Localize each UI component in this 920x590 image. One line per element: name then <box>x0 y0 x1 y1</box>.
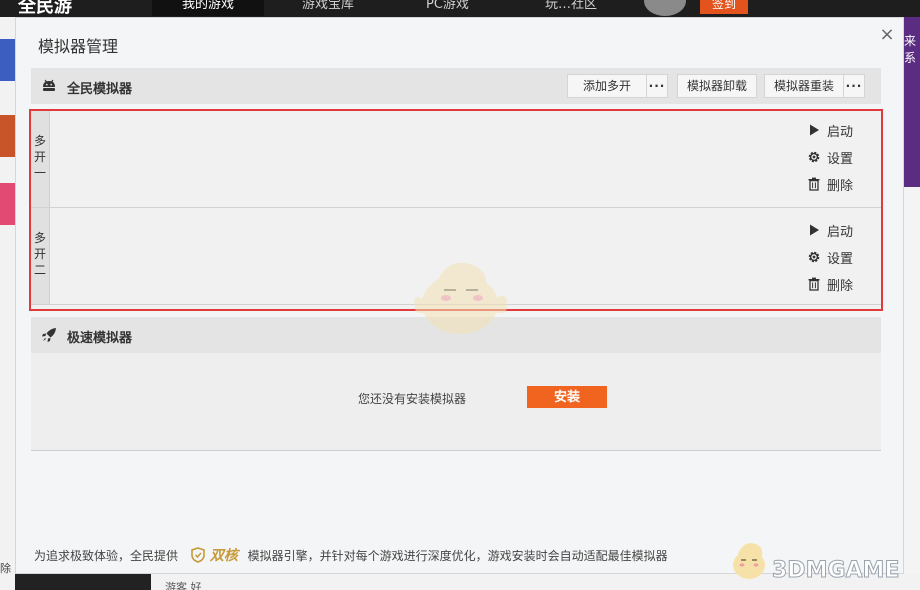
quanmin-emulator-header: 全民模拟器 添加多开 ··· 模拟器卸载 模拟器重装 ··· <box>31 68 881 104</box>
footer-text-after: 模拟器引擎，并针对每个游戏进行深度优化，游戏安装时会自动适配最佳模拟器 <box>247 549 668 563</box>
speed-emulator-body: 您还没有安装模拟器 安装 <box>31 353 881 451</box>
play-icon <box>810 224 819 236</box>
shield-icon <box>191 547 205 563</box>
background-bottom-dark <box>15 574 151 590</box>
footer-text-before: 为追求极致体验，全民提供 <box>34 549 179 563</box>
trash-icon <box>808 177 820 191</box>
close-button[interactable]: × <box>878 26 896 44</box>
background-tab-library: 游戏宝库 <box>302 0 355 12</box>
mascot-watermark-image <box>414 262 507 334</box>
background-tab-my-games: 我的游戏 <box>152 0 265 16</box>
install-button[interactable]: 安装 <box>527 386 607 408</box>
background-bottom-left-text: 除 <box>0 562 11 575</box>
instance-label: 多 开 二 <box>31 208 50 304</box>
dialog-title: 模拟器管理 <box>38 37 119 56</box>
background-right-banner-text: 来系 <box>904 34 917 65</box>
background-game-thumb <box>0 183 15 225</box>
add-multi-more-button[interactable]: ··· <box>646 74 668 98</box>
instance-label-char: 多 <box>33 134 46 148</box>
start-label: 启动 <box>827 125 854 140</box>
watermark-mascot-icon <box>733 543 765 579</box>
delete-label: 删除 <box>827 279 854 294</box>
instance-label-char: 多 <box>33 231 46 245</box>
background-signin-button: 签到 <box>700 0 748 14</box>
uninstall-emulator-button[interactable]: 模拟器卸载 <box>677 74 757 98</box>
instance-row-1: 多 开 一 启动 设置 删除 <box>31 111 881 208</box>
footer-note: 为追求极致体验，全民提供 双核 模拟器引擎，并针对每个游戏进行深度优化，游戏安装… <box>34 545 668 565</box>
reinstall-more-button[interactable]: ··· <box>843 74 865 98</box>
watermark-text: 3DMGAME <box>771 558 900 584</box>
settings-label: 设置 <box>827 152 854 167</box>
background-avatar <box>644 0 686 16</box>
background-tab-community: 玩…社区 <box>545 0 598 12</box>
instance-label-char: 开 <box>33 150 46 164</box>
quanmin-emulator-title: 全民模拟器 <box>67 82 133 97</box>
instance-label-char: 一 <box>33 166 46 180</box>
background-tab-pc-games: PC游戏 <box>426 0 469 12</box>
settings-label: 设置 <box>827 252 854 267</box>
instance-label-char: 开 <box>33 247 46 261</box>
reinstall-emulator-button[interactable]: 模拟器重装 <box>764 74 844 98</box>
delete-label: 删除 <box>827 179 854 194</box>
speed-emulator-title: 极速模拟器 <box>67 331 133 346</box>
instance-label: 多 开 一 <box>31 111 50 207</box>
background-left-strip <box>0 17 15 590</box>
trash-icon <box>808 277 820 291</box>
gear-icon <box>808 151 820 163</box>
background-bottom-text: 游客 好 <box>165 581 202 590</box>
add-multi-instance-button[interactable]: 添加多开 <box>567 74 647 98</box>
gear-icon <box>808 251 820 263</box>
dual-core-engine-logo: 双核 <box>209 548 238 564</box>
background-logo: 全民游 <box>18 0 72 17</box>
no-emulator-message: 您还没有安装模拟器 <box>358 392 467 406</box>
play-icon <box>810 124 819 136</box>
background-game-thumb <box>0 39 15 81</box>
android-icon <box>43 79 55 91</box>
background-game-thumb <box>0 115 15 157</box>
instance-label-char: 二 <box>33 263 46 277</box>
start-label: 启动 <box>827 225 854 240</box>
rocket-icon <box>42 328 56 342</box>
background-top-bar: 全民游 我的游戏 游戏宝库 PC游戏 玩…社区 签到 <box>0 0 920 17</box>
